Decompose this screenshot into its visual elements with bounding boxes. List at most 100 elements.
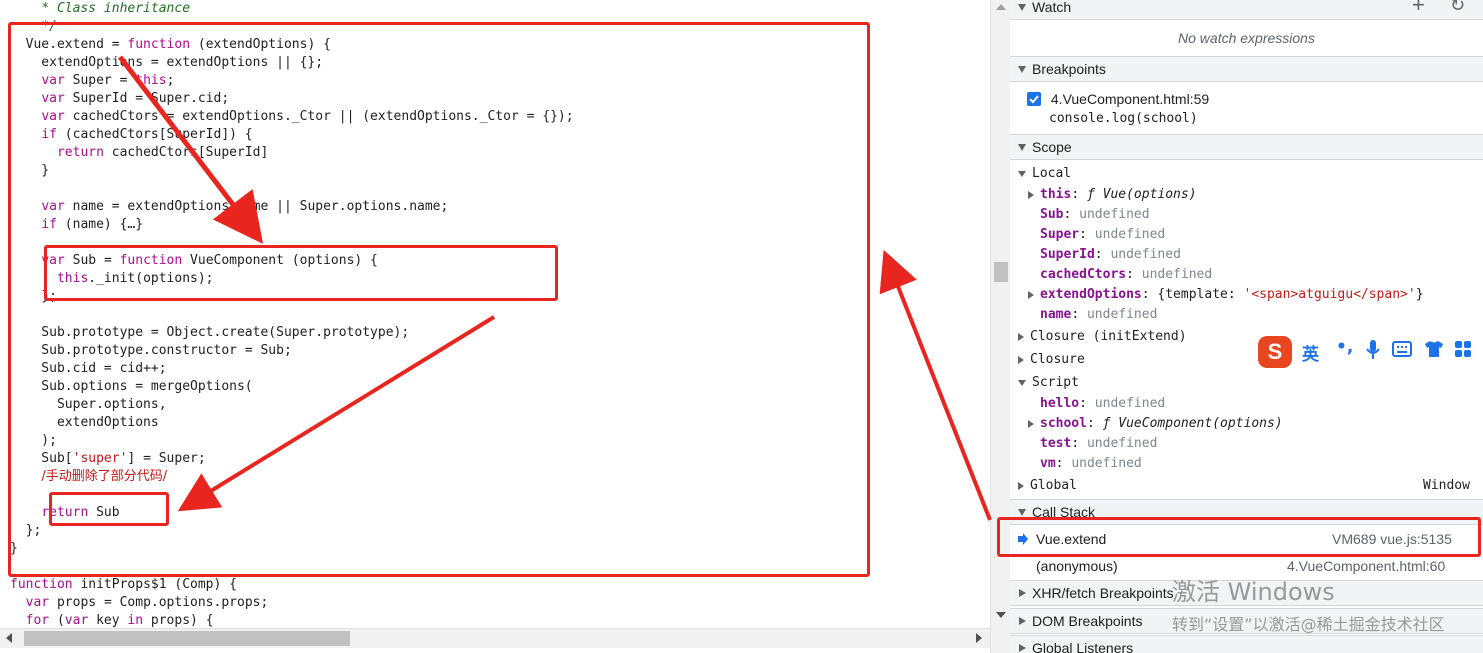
call-frame-name: (anonymous) bbox=[1036, 558, 1118, 574]
scope-var-row[interactable]: Sub: undefined bbox=[1010, 205, 1483, 225]
breakpoints-title: Breakpoints bbox=[1032, 61, 1106, 77]
code-token: ( bbox=[49, 613, 65, 628]
code-line: function initProps$1 (Comp) { bbox=[10, 576, 574, 594]
chevron-down-icon bbox=[1018, 379, 1026, 386]
code-token: Comp.options.props; bbox=[111, 595, 269, 610]
checkmark-icon bbox=[1029, 95, 1039, 104]
breakpoint-checkbox[interactable] bbox=[1027, 92, 1041, 106]
scroll-right-icon[interactable] bbox=[976, 633, 982, 643]
chevron-right-icon bbox=[1019, 589, 1026, 597]
separator: : bbox=[1055, 456, 1072, 471]
scope-global[interactable]: Global Window bbox=[1010, 476, 1483, 496]
scope-var-value: } bbox=[1415, 287, 1424, 302]
closure-initextend-label: Closure (initExtend) bbox=[1030, 329, 1187, 344]
chevron-right-icon bbox=[1019, 644, 1026, 652]
refresh-icon[interactable]: ↻ bbox=[1450, 0, 1465, 18]
scope-var-value: undefined bbox=[1110, 247, 1181, 262]
vertical-scroll-thumb[interactable] bbox=[994, 262, 1008, 282]
scope-var-value: {template: bbox=[1157, 287, 1244, 302]
code-token: var bbox=[25, 595, 50, 610]
separator: : bbox=[1063, 207, 1080, 222]
scope-var-name: Super bbox=[1040, 227, 1080, 242]
chevron-right-icon[interactable] bbox=[1028, 190, 1034, 199]
separator: : bbox=[1141, 287, 1158, 302]
separator: : bbox=[1071, 187, 1087, 202]
chevron-right-icon[interactable] bbox=[1028, 419, 1034, 428]
call-frame-1[interactable]: (anonymous) 4.VueComponent.html:60 bbox=[1010, 556, 1483, 576]
call-frame-location: 4.VueComponent.html:60 bbox=[1287, 558, 1446, 574]
scope-var-row[interactable]: this: ƒ Vue(options) bbox=[1010, 185, 1483, 205]
code-token: var bbox=[64, 613, 89, 628]
annotation-box-return bbox=[49, 492, 169, 526]
separator: : bbox=[1094, 247, 1111, 262]
breakpoint-item[interactable]: 4.VueComponent.html:59 bbox=[1010, 89, 1483, 109]
breakpoint-file: 4.VueComponent.html:59 bbox=[1050, 91, 1210, 107]
scope-var-row[interactable]: cachedCtors: undefined bbox=[1010, 265, 1483, 285]
chevron-right-icon bbox=[1018, 481, 1024, 490]
chevron-right-icon[interactable] bbox=[1028, 290, 1034, 299]
scope-section-header[interactable]: Scope bbox=[1010, 134, 1483, 160]
scope-var-row[interactable]: vm: undefined bbox=[1010, 454, 1483, 474]
global-label: Global bbox=[1030, 478, 1077, 493]
chevron-down-icon bbox=[1018, 170, 1026, 177]
code-token: function bbox=[10, 577, 73, 592]
separator: : bbox=[1079, 396, 1095, 411]
scope-var-name: this bbox=[1040, 187, 1072, 202]
scope-var-row[interactable]: test: undefined bbox=[1010, 434, 1483, 454]
scope-var-value: undefined bbox=[1094, 396, 1166, 411]
toolbox-grid-icon[interactable] bbox=[1454, 340, 1472, 358]
scroll-down-icon[interactable] bbox=[996, 612, 1006, 618]
watch-empty-text: No watch expressions bbox=[1178, 30, 1315, 46]
scope-var-row[interactable]: Super: undefined bbox=[1010, 225, 1483, 245]
breakpoint-code: console.log(school) bbox=[1049, 111, 1198, 126]
scope-var-name: cachedCtors bbox=[1040, 267, 1127, 282]
scope-title: Scope bbox=[1032, 139, 1072, 155]
keyboard-icon[interactable] bbox=[1392, 340, 1412, 358]
chevron-right-icon bbox=[1018, 355, 1024, 364]
scope-var-value: undefined bbox=[1094, 227, 1166, 242]
code-token: initProps$1 (Comp) { bbox=[72, 577, 237, 592]
skin-shirt-icon[interactable] bbox=[1424, 340, 1444, 358]
watch-section-header[interactable]: Watch + ↻ bbox=[1010, 0, 1483, 20]
scope-var-value: undefined bbox=[1071, 456, 1142, 471]
ime-toolbar[interactable]: S 英 •, bbox=[1254, 334, 1480, 370]
horizontal-scroll-thumb[interactable] bbox=[24, 631, 350, 646]
scope-var-row[interactable]: SuperId: undefined bbox=[1010, 245, 1483, 265]
microphone-icon[interactable] bbox=[1366, 340, 1380, 360]
breakpoints-section-header[interactable]: Breakpoints bbox=[1010, 56, 1483, 82]
annotation-box-vuecomponent bbox=[44, 245, 558, 301]
scope-var-value: undefined bbox=[1086, 307, 1158, 322]
scope-var-value: ƒ Vue(options) bbox=[1086, 187, 1197, 202]
add-watch-icon[interactable]: + bbox=[1412, 0, 1425, 17]
code-token: key bbox=[88, 613, 128, 628]
scroll-left-icon[interactable] bbox=[6, 633, 12, 643]
xhr-breakpoints-title: XHR/fetch Breakpoints bbox=[1032, 585, 1174, 601]
scope-var-name: SuperId bbox=[1040, 247, 1095, 262]
scope-var-value: '<span>atguigu</span>' bbox=[1243, 287, 1416, 302]
scope-local[interactable]: Local bbox=[1010, 164, 1483, 184]
ime-language-icon[interactable]: 英 bbox=[1302, 340, 1319, 365]
scope-var-value: undefined bbox=[1086, 436, 1158, 451]
punctuation-icon[interactable]: •, bbox=[1336, 337, 1353, 357]
chevron-down-icon bbox=[1018, 4, 1026, 11]
global-listeners-title: Global Listeners bbox=[1032, 640, 1134, 653]
separator: : bbox=[1086, 416, 1103, 431]
global-listeners-section-header[interactable]: Global Listeners bbox=[1010, 635, 1483, 653]
code-token: for bbox=[25, 613, 50, 628]
scope-var-row[interactable]: name: undefined bbox=[1010, 305, 1483, 325]
sogou-logo-icon[interactable]: S bbox=[1258, 336, 1292, 368]
scope-var-row[interactable]: school: ƒ VueComponent(options) bbox=[1010, 414, 1483, 434]
code-token: props) { bbox=[143, 613, 214, 628]
code-token: = bbox=[103, 595, 112, 610]
watermark-line-2: 转到“设置”以激活@稀土掘金技术社区 bbox=[1172, 615, 1445, 634]
scroll-up-icon[interactable] bbox=[996, 4, 1006, 10]
scope-var-value: ƒ VueComponent(options) bbox=[1102, 416, 1283, 431]
scope-script[interactable]: Script bbox=[1010, 373, 1483, 393]
scope-var-row[interactable]: hello: undefined bbox=[1010, 394, 1483, 414]
scope-var-row[interactable]: extendOptions: {template: '<span>atguigu… bbox=[1010, 285, 1483, 305]
horizontal-scrollbar[interactable] bbox=[0, 628, 990, 648]
dom-breakpoints-title: DOM Breakpoints bbox=[1032, 613, 1143, 629]
separator: : bbox=[1079, 227, 1095, 242]
